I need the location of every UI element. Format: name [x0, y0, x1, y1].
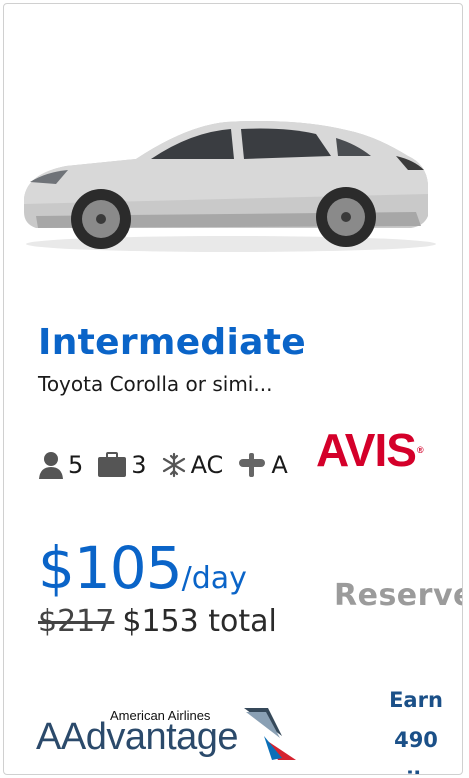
ac-feature: AC	[161, 451, 224, 479]
vendor-logo: AVIS®	[316, 424, 424, 476]
person-icon	[38, 451, 64, 479]
earn-amount: 490	[394, 728, 438, 752]
daily-price-amount: $105	[38, 534, 183, 602]
price-totals: $217 $153 total	[38, 604, 277, 639]
original-total: $217	[38, 604, 115, 639]
total-price: $153 total	[122, 604, 277, 639]
bags-count: 3	[131, 451, 147, 479]
aa-flight-symbol-icon	[244, 708, 296, 760]
transmission-label: A	[271, 451, 288, 479]
snowflake-icon	[161, 452, 187, 478]
car-model-text: Toyota Corolla or simi...	[38, 372, 273, 396]
transmission-feature: A	[237, 451, 288, 479]
earn-miles: Earn 490 miles	[376, 680, 456, 774]
aadvantage-logo: American Airlines AAdvantage	[36, 704, 306, 764]
earn-label: Earn	[389, 688, 443, 712]
aa-program-name: AAdvantage	[36, 716, 239, 758]
daily-price-unit: /day	[181, 561, 247, 596]
car-rental-card[interactable]: Intermediate Toyota Corolla or simi... 5…	[3, 3, 463, 775]
daily-price: $105/day	[38, 534, 247, 602]
bags-feature: 3	[97, 451, 147, 479]
reserve-button[interactable]: Reserve	[334, 578, 462, 613]
vendor-name: AVIS	[316, 424, 417, 476]
earn-unit: miles	[376, 760, 456, 774]
suitcase-icon	[97, 452, 127, 478]
car-class-title: Intermediate	[38, 322, 306, 363]
transmission-icon	[237, 451, 267, 479]
car-image	[24, 121, 436, 252]
features-row: 5 3 AC A	[38, 447, 302, 483]
ac-label: AC	[190, 451, 224, 479]
passengers-feature: 5	[38, 451, 83, 479]
passengers-count: 5	[68, 451, 84, 479]
